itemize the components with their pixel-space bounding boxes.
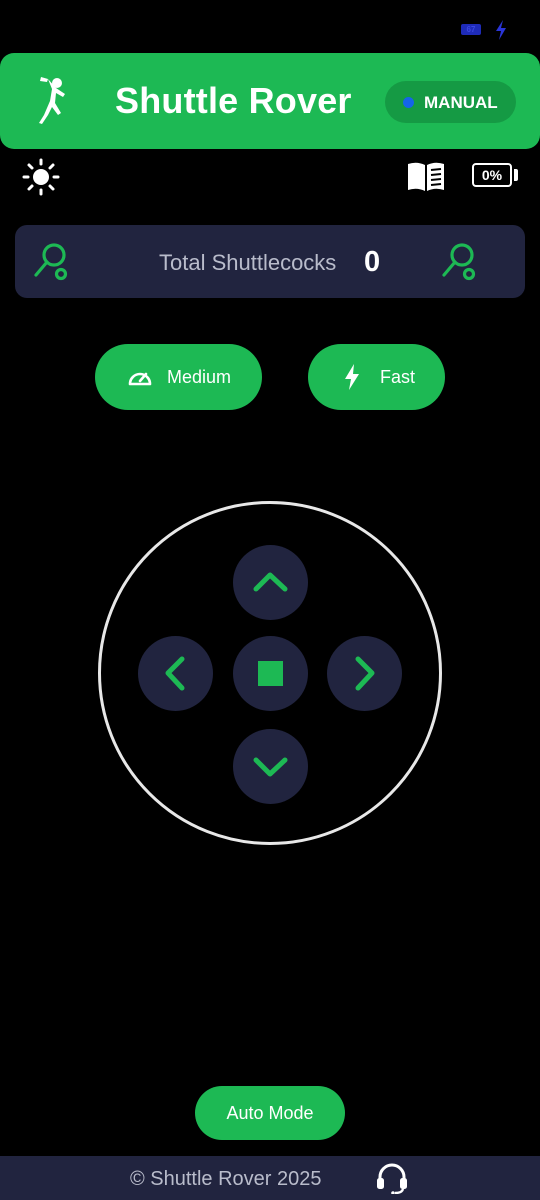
speed-medium-button[interactable]: Medium (95, 344, 262, 410)
chevron-right-icon (355, 656, 375, 691)
racket-icon (34, 243, 68, 281)
lightning-icon (345, 364, 359, 390)
footer-copyright: © Shuttle Rover 2025 (130, 1168, 322, 1190)
app-title: Shuttle Rover (115, 80, 352, 121)
auto-mode-label: Auto Mode (226, 1103, 314, 1123)
counter-label: Total Shuttlecocks (159, 250, 337, 275)
auto-mode-button[interactable]: Auto Mode (195, 1086, 345, 1140)
move-down-button[interactable] (233, 729, 308, 804)
speed-medium-label: Medium (167, 367, 232, 387)
move-left-button[interactable] (138, 636, 213, 711)
chevron-left-icon (165, 656, 185, 691)
move-up-button[interactable] (233, 545, 308, 620)
sun-icon[interactable] (22, 158, 60, 196)
charging-bolt-icon (496, 20, 506, 40)
chevron-up-icon (253, 572, 288, 592)
counter-value: 0 (364, 246, 381, 278)
book-icon[interactable] (406, 160, 446, 194)
racket-icon (442, 243, 476, 281)
speed-fast-label: Fast (380, 367, 416, 387)
mode-label: MANUAL (424, 93, 498, 112)
mode-indicator-dot (403, 97, 414, 108)
battery-indicator: 0% (472, 163, 512, 187)
status-battery-icon: 67 (461, 24, 481, 35)
stop-button[interactable] (233, 636, 308, 711)
badminton-player-icon (39, 77, 65, 124)
headset-icon[interactable] (375, 1162, 409, 1194)
chevron-down-icon (253, 757, 288, 777)
speed-fast-button[interactable]: Fast (308, 344, 445, 410)
speedometer-icon (128, 372, 152, 386)
stop-icon (258, 661, 283, 686)
battery-tip (514, 169, 518, 181)
move-right-button[interactable] (327, 636, 402, 711)
